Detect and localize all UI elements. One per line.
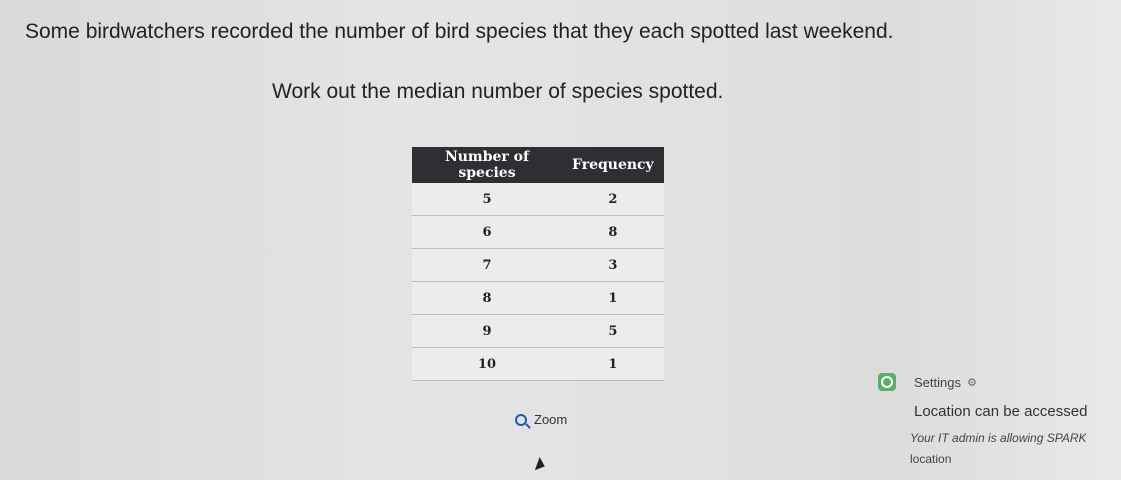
notification-description: Your IT admin is allowing SPARK (910, 431, 1087, 445)
mouse-cursor-icon (534, 457, 548, 473)
settings-label: Settings (914, 375, 961, 390)
settings-link[interactable]: Settings ⚙ (914, 375, 977, 390)
table-row: 7 3 (412, 248, 664, 282)
frequency-cell: 8 (562, 215, 664, 249)
table-row: 6 8 (412, 215, 664, 249)
frequency-cell: 3 (562, 248, 664, 282)
header-frequency: Frequency (562, 147, 664, 183)
header-number-of-species: Number of species (412, 147, 562, 183)
species-cell: 6 (412, 215, 562, 249)
notification-title: Location can be accessed (914, 403, 1088, 420)
frequency-cell: 1 (562, 281, 664, 315)
location-pin-icon (878, 373, 896, 391)
frequency-cell: 2 (562, 183, 664, 216)
table-row: 9 5 (412, 314, 664, 348)
question-text-line2: Work out the median number of species sp… (272, 80, 724, 103)
species-cell: 8 (412, 281, 562, 315)
table-header-row: Number of species Frequency (412, 147, 664, 183)
zoom-button[interactable]: Zoom (515, 412, 567, 427)
zoom-label: Zoom (534, 412, 568, 427)
notification-description-cont: location (910, 452, 952, 466)
species-cell: 5 (412, 183, 562, 216)
species-cell: 7 (412, 248, 562, 282)
table-row: 10 1 (412, 347, 664, 381)
species-cell: 9 (412, 314, 562, 348)
magnifier-icon (515, 413, 527, 426)
frequency-cell: 5 (562, 314, 664, 348)
gear-icon: ⚙ (966, 377, 977, 389)
species-cell: 10 (412, 347, 562, 381)
frequency-table: Number of species Frequency 5 2 6 8 7 3 … (412, 147, 664, 381)
table-row: 5 2 (412, 183, 664, 216)
table-row: 8 1 (412, 281, 664, 315)
frequency-cell: 1 (562, 347, 664, 381)
question-text-line1: Some birdwatchers recorded the number of… (25, 20, 894, 43)
